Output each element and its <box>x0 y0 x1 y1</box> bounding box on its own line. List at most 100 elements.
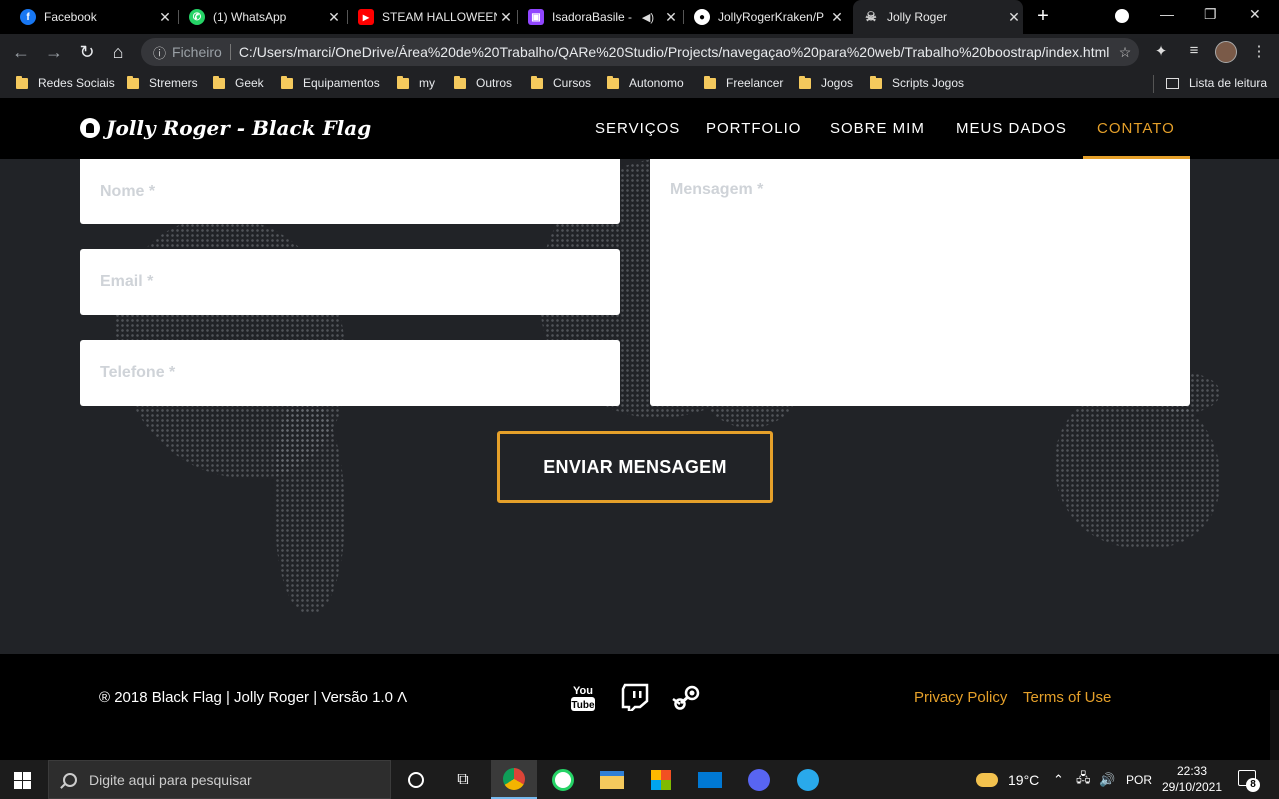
close-icon[interactable]: ✕ <box>828 9 846 26</box>
nav-sobre-mim[interactable]: SOBRE MIM <box>830 120 925 137</box>
bookmark-folder[interactable]: Cursos <box>531 75 591 90</box>
bookmark-folder[interactable]: Jogos <box>799 75 853 90</box>
reading-list-button[interactable]: Lista de leitura <box>1166 76 1267 90</box>
mail-icon[interactable] <box>687 760 733 799</box>
tab-youtube[interactable]: ▶ STEAM HALLOWEEN ✕ <box>350 0 515 34</box>
folder-icon <box>607 75 619 89</box>
bookmark-folder[interactable]: Geek <box>213 75 264 90</box>
twitch-icon[interactable] <box>620 682 650 712</box>
svg-text:You: You <box>573 685 593 697</box>
scrollbar[interactable] <box>1270 690 1279 760</box>
folder-icon <box>799 75 811 89</box>
nav-contato[interactable]: CONTATO <box>1097 120 1175 137</box>
brand-text: Jolly Roger - Black Flag <box>106 116 372 140</box>
telegram-icon[interactable] <box>785 760 831 799</box>
search-placeholder: Digite aqui para pesquisar <box>89 771 252 788</box>
close-icon[interactable]: ✕ <box>1005 9 1023 26</box>
nav-portfolio[interactable]: PORTFOLIO <box>706 120 801 137</box>
close-icon[interactable]: ✕ <box>325 9 343 26</box>
nav-meus-dados[interactable]: MEUS DADOS <box>956 120 1067 137</box>
close-icon[interactable]: ✕ <box>156 9 174 26</box>
system-clock[interactable]: 22:33 29/10/2021 <box>1159 763 1225 795</box>
tab-title: STEAM HALLOWEEN <box>382 10 497 24</box>
chrome-icon[interactable] <box>491 760 537 799</box>
audio-playing-icon[interactable]: ◀) <box>642 11 654 24</box>
folder-icon <box>127 75 139 89</box>
bookmark-folder[interactable]: Outros <box>454 75 512 90</box>
weather-temperature: 19°C <box>1008 771 1040 788</box>
folder-icon <box>16 75 28 89</box>
discord-icon[interactable] <box>736 760 782 799</box>
home-icon[interactable]: ⌂ <box>108 42 128 63</box>
nav-servicos[interactable]: SERVIÇOS <box>595 120 680 137</box>
restore-icon[interactable]: ❐ <box>1204 6 1217 23</box>
message-field[interactable] <box>650 159 1190 406</box>
network-icon[interactable]: 🖧 <box>1076 760 1091 799</box>
tab-title: (1) WhatsApp <box>213 10 287 24</box>
volume-icon[interactable]: 🔊 <box>1099 760 1115 799</box>
site-brand[interactable]: Jolly Roger - Black Flag <box>80 116 371 140</box>
email-field[interactable] <box>80 249 620 315</box>
language-indicator[interactable]: POR <box>1126 760 1152 799</box>
bookmark-folder[interactable]: my <box>397 75 435 90</box>
bookmark-star-icon[interactable]: ☆ <box>1111 44 1139 61</box>
screen: f Facebook ✕ ✆ (1) WhatsApp ✕ ▶ STEAM HA… <box>0 0 1279 799</box>
phone-field[interactable] <box>80 340 620 406</box>
profile-avatar[interactable] <box>1215 41 1237 63</box>
folder-icon <box>531 75 543 89</box>
forward-icon[interactable]: → <box>44 42 64 63</box>
windows-taskbar: Digite aqui para pesquisar ⧉ 19°C ⌃ 🖧 🔊 … <box>0 760 1279 799</box>
tab-title: IsadoraBasile - <box>552 10 633 24</box>
tab-twitch[interactable]: ▣ IsadoraBasile - ◀) ✕ <box>520 0 680 34</box>
new-tab-button[interactable]: + <box>1033 5 1053 28</box>
minimize-icon[interactable]: — <box>1160 6 1174 22</box>
address-url[interactable]: C:/Users/marci/OneDrive/Área%20de%20Trab… <box>239 44 1111 60</box>
extensions-icon[interactable]: ✦ <box>1151 42 1171 60</box>
bookmark-folder[interactable]: Autonomo <box>607 75 684 90</box>
info-icon[interactable]: ⓘ <box>153 43 166 62</box>
tab-github[interactable]: ● JollyRogerKraken/P ✕ <box>686 0 846 34</box>
tab-whatsapp[interactable]: ✆ (1) WhatsApp ✕ <box>181 0 343 34</box>
folder-icon <box>213 75 225 89</box>
task-view-icon[interactable]: ⧉ <box>440 760 486 799</box>
web-page: Jolly Roger - Black Flag SERVIÇOS PORTFO… <box>0 98 1279 760</box>
media-control-icon[interactable]: ≡ <box>1184 42 1204 59</box>
file-explorer-icon[interactable] <box>589 760 635 799</box>
folder-icon <box>704 75 716 89</box>
bookmark-folder[interactable]: Stremers <box>127 75 198 90</box>
steam-icon[interactable] <box>672 682 702 712</box>
weather-widget[interactable]: 19°C <box>976 760 1039 799</box>
send-message-button[interactable]: ENVIAR MENSAGEM <box>497 431 773 503</box>
whatsapp-icon[interactable] <box>540 760 586 799</box>
close-icon[interactable]: ✕ <box>497 9 515 26</box>
tab-jolly-roger[interactable]: ☠ Jolly Roger ✕ <box>853 0 1023 34</box>
terms-of-use-link[interactable]: Terms of Use <box>1023 689 1111 706</box>
tab-facebook[interactable]: f Facebook ✕ <box>12 0 174 34</box>
windows-start-icon[interactable] <box>14 772 31 789</box>
youtube-icon[interactable]: You Tube <box>568 682 598 712</box>
back-icon[interactable]: ← <box>11 42 31 63</box>
whatsapp-icon: ✆ <box>189 9 205 25</box>
privacy-policy-link[interactable]: Privacy Policy <box>914 689 1007 706</box>
bookmark-folder[interactable]: Scripts Jogos <box>870 75 964 90</box>
menu-icon[interactable]: ⋮ <box>1249 42 1269 60</box>
copyright-text: ® 2018 Black Flag | Jolly Roger | Versão… <box>99 689 408 706</box>
reload-icon[interactable]: ↻ <box>77 42 97 63</box>
tab-search-icon[interactable] <box>1115 9 1129 23</box>
microsoft-store-icon[interactable] <box>638 760 684 799</box>
twitch-icon: ▣ <box>528 9 544 25</box>
cortana-icon[interactable] <box>393 760 439 799</box>
folder-icon <box>281 75 293 89</box>
taskbar-search-box[interactable]: Digite aqui para pesquisar <box>48 760 391 799</box>
svg-text:Tube: Tube <box>571 700 595 711</box>
bookmark-folder[interactable]: Equipamentos <box>281 75 380 90</box>
name-field[interactable] <box>80 159 620 224</box>
address-bar[interactable]: ⓘ Ficheiro C:/Users/marci/OneDrive/Área%… <box>141 38 1139 66</box>
show-hidden-icons[interactable]: ⌃ <box>1053 760 1064 799</box>
close-window-icon[interactable]: ✕ <box>1249 6 1261 23</box>
bookmark-folder[interactable]: Redes Sociais <box>16 75 115 90</box>
bookmark-folder[interactable]: Freelancer <box>704 75 783 90</box>
close-icon[interactable]: ✕ <box>662 9 680 26</box>
weather-icon <box>976 772 998 787</box>
search-icon <box>63 772 77 787</box>
